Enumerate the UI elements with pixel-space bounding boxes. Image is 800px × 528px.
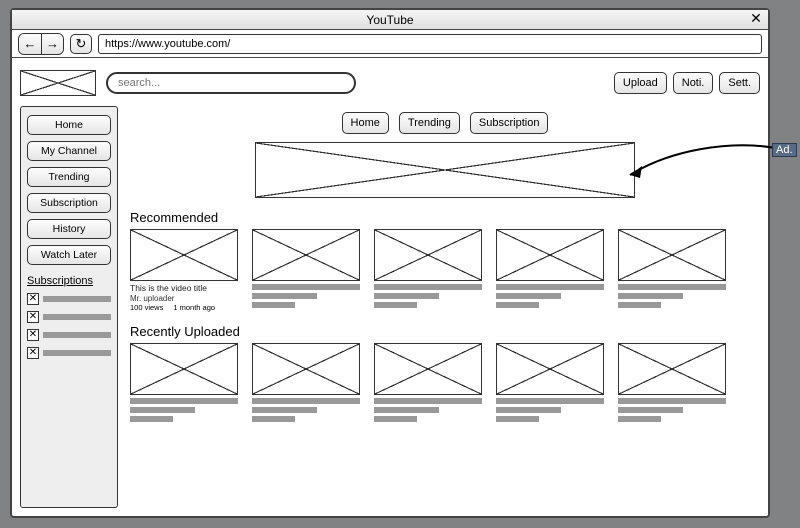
text-placeholder — [43, 350, 111, 356]
video-thumbnail — [130, 229, 238, 281]
text-placeholder — [496, 284, 604, 308]
forward-button[interactable]: → — [41, 34, 63, 54]
sidebar-item-trending[interactable]: Trending — [27, 167, 111, 187]
logo-placeholder[interactable] — [20, 70, 96, 96]
section-title-recommended: Recommended — [130, 210, 760, 225]
sidebar-subs-heading: Subscriptions — [27, 275, 111, 287]
text-placeholder — [496, 398, 604, 422]
upload-button[interactable]: Upload — [614, 72, 667, 94]
close-icon[interactable]: ✕ — [748, 11, 764, 27]
video-thumbnail — [252, 343, 360, 395]
video-uploader: Mr. uploader — [130, 294, 238, 303]
video-thumbnail — [374, 343, 482, 395]
tab-subscription[interactable]: Subscription — [470, 112, 549, 134]
sidebar-item-home[interactable]: Home — [27, 115, 111, 135]
text-placeholder — [374, 284, 482, 308]
sidebar-item-history[interactable]: History — [27, 219, 111, 239]
back-button[interactable]: ← — [19, 34, 41, 54]
page-header: Upload Noti. Sett. — [20, 66, 760, 100]
search-input[interactable] — [106, 72, 356, 94]
video-card[interactable] — [496, 229, 604, 312]
video-card[interactable] — [618, 343, 726, 422]
video-thumbnail — [618, 343, 726, 395]
text-placeholder — [252, 398, 360, 422]
video-thumbnail — [496, 229, 604, 281]
ad-banner[interactable] — [255, 142, 635, 198]
url-bar[interactable] — [98, 34, 762, 54]
tab-home[interactable]: Home — [342, 112, 389, 134]
sidebar-item-watch-later[interactable]: Watch Later — [27, 245, 111, 265]
video-thumbnail — [496, 343, 604, 395]
video-card[interactable] — [618, 229, 726, 312]
video-thumbnail — [130, 343, 238, 395]
subscription-item[interactable]: ✕ — [27, 311, 111, 323]
reload-button[interactable]: ↻ — [70, 34, 92, 54]
section-title-recent: Recently Uploaded — [130, 324, 760, 339]
video-thumbnail — [374, 229, 482, 281]
text-placeholder — [43, 332, 111, 338]
recommended-row: This is the video title Mr. uploader 100… — [130, 229, 760, 312]
sidebar-item-subscription[interactable]: Subscription — [27, 193, 111, 213]
text-placeholder — [618, 284, 726, 308]
video-card[interactable]: This is the video title Mr. uploader 100… — [130, 229, 238, 312]
video-card[interactable] — [130, 343, 238, 422]
sidebar-item-my-channel[interactable]: My Channel — [27, 141, 111, 161]
titlebar: YouTube ✕ — [12, 10, 768, 30]
video-card[interactable] — [252, 343, 360, 422]
nav-tabs: Home Trending Subscription — [130, 112, 760, 134]
text-placeholder — [130, 398, 238, 422]
video-age: 1 month ago — [173, 303, 215, 312]
search-wrap — [106, 72, 356, 94]
main-area: Home Trending Subscription Recommended T… — [130, 106, 760, 508]
text-placeholder — [252, 284, 360, 308]
recent-row — [130, 343, 760, 422]
video-title: This is the video title — [130, 283, 238, 294]
text-placeholder — [374, 398, 482, 422]
window-title: YouTube — [366, 13, 413, 27]
video-thumbnail — [618, 229, 726, 281]
checkbox-icon: ✕ — [27, 293, 39, 305]
video-card[interactable] — [374, 229, 482, 312]
video-card[interactable] — [374, 343, 482, 422]
annotation-label: Ad. — [772, 143, 797, 157]
checkbox-icon: ✕ — [27, 329, 39, 341]
text-placeholder — [43, 296, 111, 302]
checkbox-icon: ✕ — [27, 311, 39, 323]
video-views: 100 views — [130, 303, 163, 312]
text-placeholder — [618, 398, 726, 422]
sidebar: Home My Channel Trending Subscription Hi… — [20, 106, 118, 508]
video-thumbnail — [252, 229, 360, 281]
tab-trending[interactable]: Trending — [399, 112, 460, 134]
video-card[interactable] — [252, 229, 360, 312]
browser-toolbar: ← → ↻ — [12, 30, 768, 58]
text-placeholder — [43, 314, 111, 320]
page-content: Upload Noti. Sett. Home My Channel Trend… — [12, 58, 768, 516]
browser-window: YouTube ✕ ← → ↻ Upload Noti. Sett. — [10, 8, 770, 518]
subscription-item[interactable]: ✕ — [27, 347, 111, 359]
checkbox-icon: ✕ — [27, 347, 39, 359]
notifications-button[interactable]: Noti. — [673, 72, 714, 94]
settings-button[interactable]: Sett. — [719, 72, 760, 94]
subscription-item[interactable]: ✕ — [27, 293, 111, 305]
nav-buttons: ← → — [18, 33, 64, 55]
video-card[interactable] — [496, 343, 604, 422]
subscription-item[interactable]: ✕ — [27, 329, 111, 341]
top-right-buttons: Upload Noti. Sett. — [614, 72, 760, 94]
